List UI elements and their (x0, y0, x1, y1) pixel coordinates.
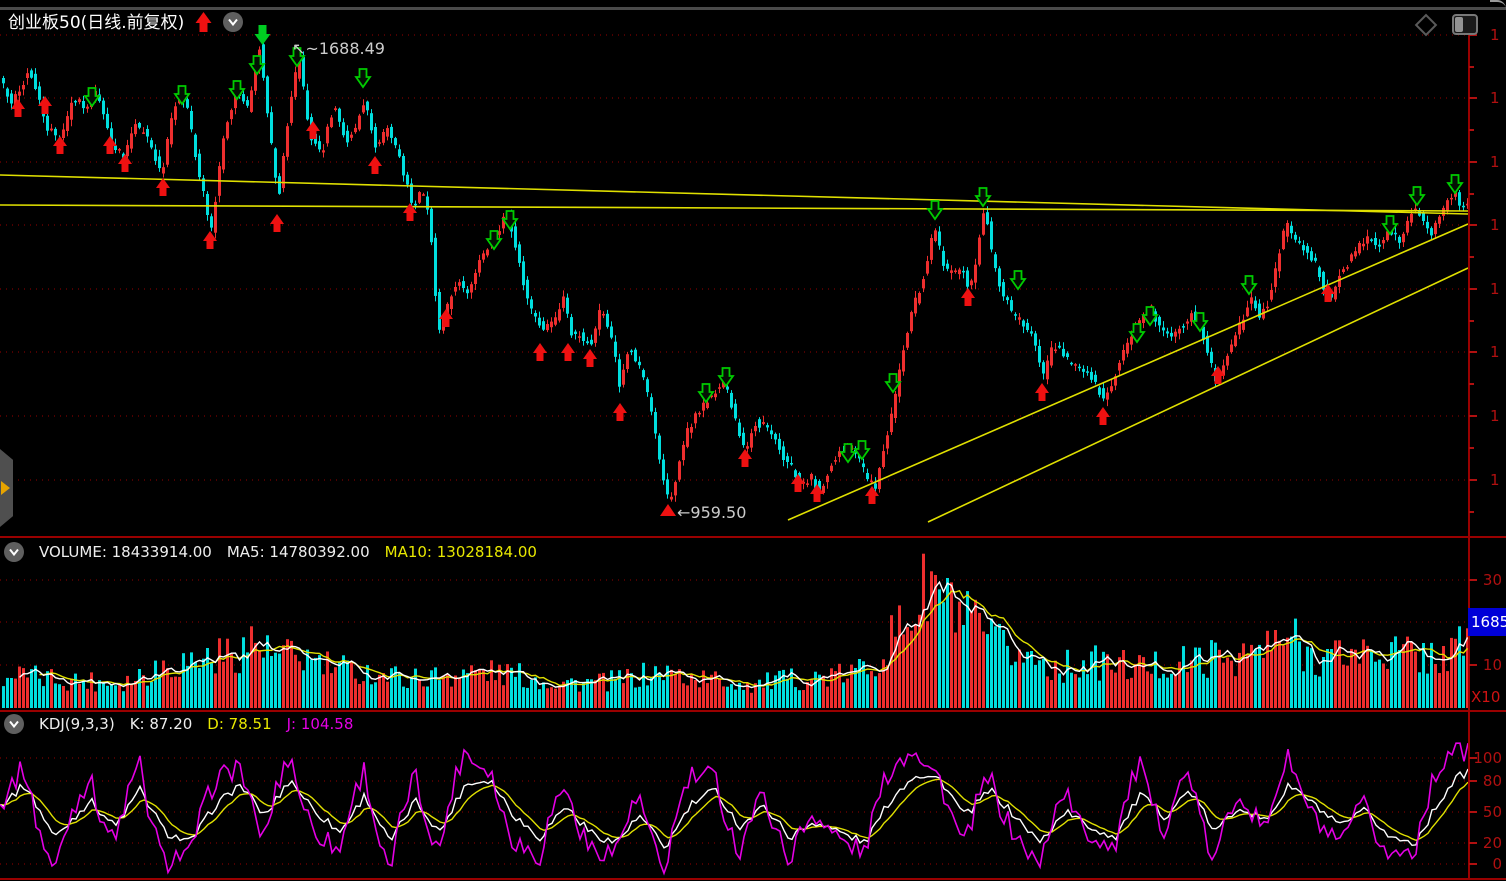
candles-layer (2, 39, 1469, 502)
axis-tick-label: 30 (1483, 571, 1502, 589)
latest-price-badge: 1685 (1468, 608, 1506, 636)
sell-signal-arrow-icon (1383, 216, 1397, 234)
sell-signal-arrow-icon (356, 69, 370, 87)
volume-ma5-label: MA5: 14780392.00 (227, 543, 370, 561)
buy-signal-arrow-icon (1035, 383, 1049, 401)
axis-tick-label: 1 (1490, 26, 1500, 44)
axis-tick-label: 1 (1490, 471, 1500, 489)
sell-signal-arrow-icon (85, 88, 99, 106)
buy-signal-arrow-icon (738, 449, 752, 467)
sell-signal-arrow-icon (855, 441, 869, 459)
kdj-lines-layer (0, 743, 1468, 873)
signal-markers-layer (11, 48, 1462, 504)
buy-signal-arrow-icon (791, 474, 805, 492)
annotations-layer: ↖~1688.49 ←959.50 (292, 39, 746, 522)
buy-signal-arrow-icon (368, 156, 382, 174)
sell-signal-arrow-icon (976, 188, 990, 206)
buy-signal-arrow-icon (613, 403, 627, 421)
trendlines-layer (0, 175, 1468, 522)
kdj-d-label: D: 78.51 (207, 715, 271, 733)
stock-chart-app-window: ↖~1688.49 ←959.50 1 1 1 1 1 1 1 1 30 10 100 80 50 20 0 创… (0, 0, 1506, 881)
sell-signal-arrow-icon (719, 368, 733, 386)
axis-tick-label: 80 (1483, 772, 1502, 790)
axis-tick-label: 1 (1490, 343, 1500, 361)
sell-signal-arrow-icon (230, 81, 244, 99)
axis-tick-label: 0 (1492, 855, 1502, 873)
axis-tick-label: 100 (1473, 749, 1502, 767)
buy-signal-arrow-icon (403, 203, 417, 221)
kdj-k-label: K: 87.20 (130, 715, 193, 733)
sell-signal-arrow-icon (1242, 276, 1256, 294)
axis-tick-label: 10 (1483, 656, 1502, 674)
axis-tick-label: 1 (1490, 216, 1500, 234)
axis-tick-label: 1 (1490, 89, 1500, 107)
sell-signal-arrow-icon (699, 384, 713, 402)
kdj-j-label: J: 104.58 (287, 715, 354, 733)
kdj-name-label: KDJ(9,3,3) (39, 715, 115, 733)
buy-signal-arrow-icon (439, 309, 453, 327)
up-arrow-icon (195, 11, 212, 33)
buy-signal-arrow-icon (103, 136, 117, 154)
collapse-kdj-panel-button[interactable] (4, 714, 24, 734)
buy-signal-arrow-icon (11, 99, 25, 117)
sell-signal-arrow-icon (928, 201, 942, 219)
buy-signal-arrow-icon (533, 343, 547, 361)
sell-signal-arrow-icon (1143, 307, 1157, 325)
low-point-triangle-marker (660, 504, 676, 516)
sell-signal-arrow-icon (1410, 187, 1424, 205)
sell-signal-arrow-icon (250, 56, 264, 74)
volume-panel-header: VOLUME: 18433914.00 MA5: 14780392.00 MA1… (4, 541, 537, 562)
buy-signal-arrow-icon (203, 231, 217, 249)
sell-signal-arrow-icon (1011, 271, 1025, 289)
axis-tick-label: 50 (1483, 803, 1502, 821)
kdj-panel-header: KDJ(9,3,3) K: 87.20 D: 78.51 J: 104.58 (4, 713, 353, 734)
split-panel-icon[interactable] (1452, 14, 1478, 35)
volume-value-label: VOLUME: 18433914.00 (39, 543, 212, 561)
axis-tick-label: 20 (1483, 834, 1502, 852)
high-price-annotation: ↖~1688.49 (292, 39, 385, 58)
buy-signal-arrow-icon (810, 484, 824, 502)
collapse-volume-panel-button[interactable] (4, 542, 24, 562)
chart-title-bar: 创业板50(日线.前复权) (8, 11, 271, 35)
buy-signal-arrow-icon (561, 343, 575, 361)
symbol-title: 创业板50(日线.前复权) (8, 11, 184, 35)
expand-panel-arrow-icon (1, 481, 10, 495)
axis-tick-label: 1 (1490, 407, 1500, 425)
volume-scale-label: X10 (1471, 688, 1500, 706)
low-price-annotation: ←959.50 (677, 503, 746, 522)
collapse-main-panel-button[interactable] (223, 12, 243, 32)
chevron-down-icon (8, 548, 20, 556)
buy-signal-arrow-icon (156, 178, 170, 196)
chevron-down-icon (227, 18, 239, 26)
buy-signal-arrow-icon (961, 288, 975, 306)
sell-signal-arrow-icon (503, 211, 517, 229)
toolbar-top-right (1418, 14, 1478, 35)
axis-tick-label: 1 (1490, 280, 1500, 298)
buy-signal-arrow-icon (270, 214, 284, 232)
volume-ma10-line (40, 591, 1468, 686)
axis-layer: 1 1 1 1 1 1 1 1 30 10 100 80 50 20 0 (0, 26, 1506, 879)
buy-signal-arrow-icon (1096, 407, 1110, 425)
chart-canvas[interactable]: ↖~1688.49 ←959.50 1 1 1 1 1 1 1 1 30 10 100 80 50 20 0 (0, 0, 1506, 881)
diamond-icon[interactable] (1415, 13, 1438, 36)
chevron-down-icon (8, 720, 20, 728)
down-arrow-icon (254, 24, 271, 46)
split-panel-fill (1455, 17, 1463, 32)
buy-signal-arrow-icon (306, 121, 320, 139)
volume-ma10-label: MA10: 13028184.00 (385, 543, 537, 561)
gridlines-layer (0, 35, 1468, 864)
buy-signal-arrow-icon (118, 154, 132, 172)
sidebar-expand-handle[interactable] (0, 449, 13, 527)
sell-signal-arrow-icon (886, 374, 900, 392)
axis-tick-label: 1 (1490, 153, 1500, 171)
